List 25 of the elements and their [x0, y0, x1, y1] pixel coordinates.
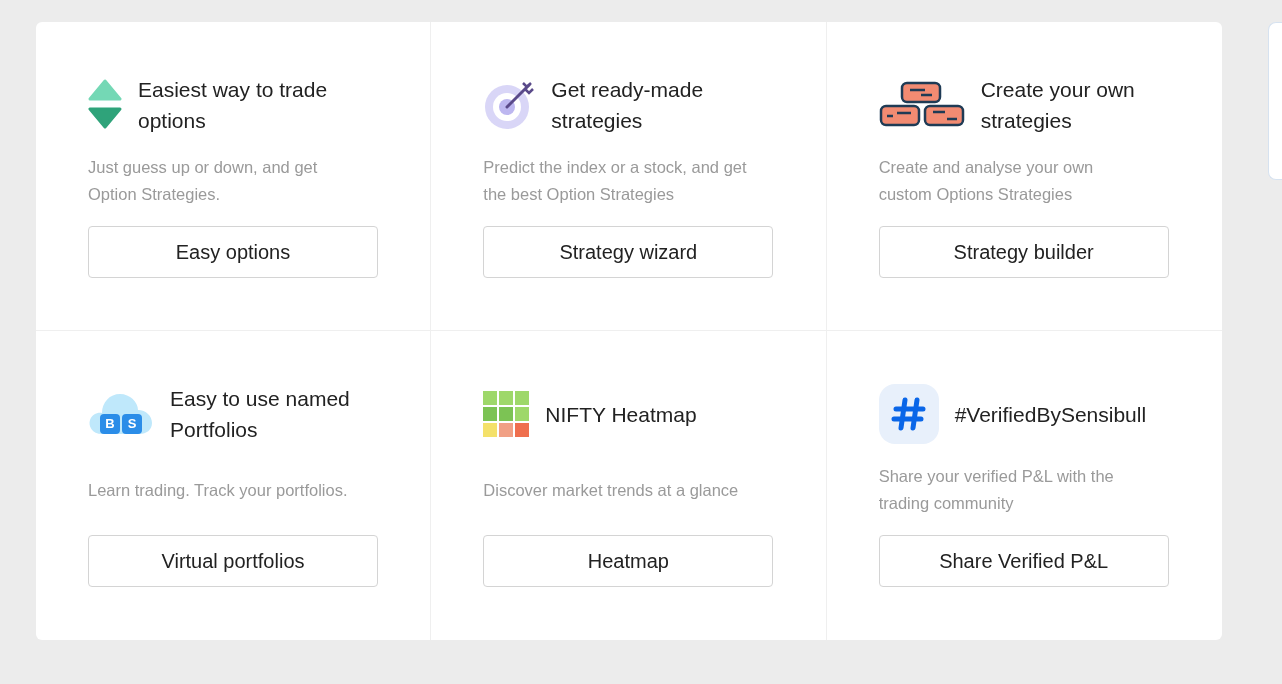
feature-title: Easiest way to trade options — [138, 77, 329, 134]
feature-title: NIFTY Heatmap — [545, 401, 698, 428]
heatmap-icon — [483, 391, 530, 437]
feature-description: Share your verified P&L with the trading community — [878, 466, 1115, 514]
feature-title: Easy to use named Portfolios — [170, 386, 351, 443]
up-down-arrows-icon — [88, 79, 122, 131]
bricks-icon — [878, 81, 965, 129]
feature-title: Create your own strategies — [980, 77, 1136, 134]
letter-tag: B — [100, 414, 120, 434]
feature-button[interactable]: Virtual portfolios — [88, 535, 378, 587]
feature-title: Get ready-made strategies — [551, 77, 705, 134]
feature-title: #VerifiedBySensibull — [954, 401, 1148, 428]
feature-description: Discover market trends at a glance — [483, 479, 740, 501]
feature-button[interactable]: Heatmap — [483, 535, 774, 587]
hash-icon — [878, 384, 939, 444]
feature-button[interactable]: Easy options — [88, 226, 378, 278]
feature-description: Just guess up or down, and get Option Strategies. — [88, 157, 319, 205]
letter-tag: S — [122, 414, 142, 434]
feature-button[interactable]: Strategy wizard — [483, 226, 774, 278]
target-icon — [483, 79, 536, 131]
feature-description: Create and analyse your own custom Options Strategies — [878, 157, 1095, 205]
feature-button[interactable]: Strategy builder — [878, 226, 1169, 278]
feature-button[interactable]: Share Verified P&L — [878, 535, 1169, 587]
feature-description: Predict the index or a stock, and get the best Option Strategies — [483, 157, 748, 205]
feature-description: Learn trading. Track your portfolios. — [88, 479, 349, 501]
